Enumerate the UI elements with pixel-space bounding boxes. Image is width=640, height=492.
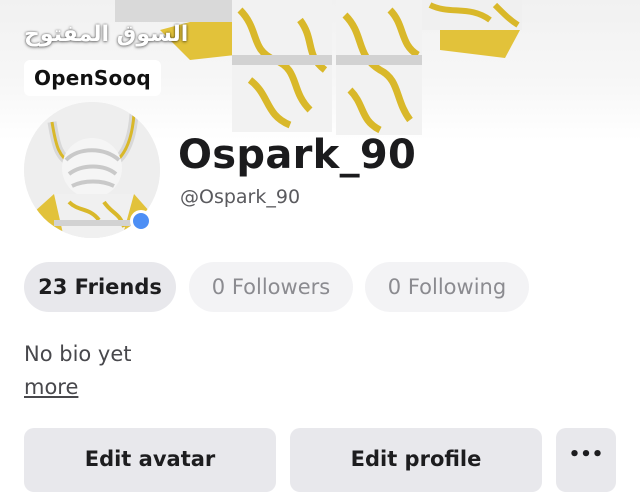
username: @Ospark_90: [180, 186, 301, 208]
online-status-indicator: [130, 210, 152, 232]
bio-text: No bio yet: [24, 342, 132, 366]
display-name: Ospark_90: [178, 132, 417, 178]
watermark-logo: OpenSooq: [24, 60, 161, 96]
followers-count-button[interactable]: 0 Followers: [189, 262, 353, 312]
more-horizontal-icon: •••: [568, 444, 604, 465]
more-options-button[interactable]: •••: [556, 428, 616, 492]
edit-profile-button[interactable]: Edit profile: [290, 428, 542, 492]
friends-count-button[interactable]: 23 Friends: [24, 262, 176, 312]
watermark-arabic: السوق المفتوح: [24, 22, 189, 47]
following-count-button[interactable]: 0 Following: [365, 262, 529, 312]
edit-avatar-button[interactable]: Edit avatar: [24, 428, 276, 492]
bio-more-link[interactable]: more: [24, 375, 78, 399]
